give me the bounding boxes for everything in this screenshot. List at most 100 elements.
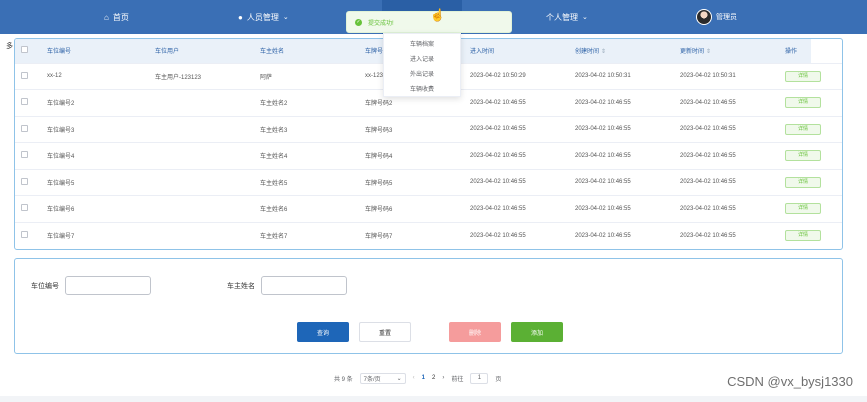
nav-item-home[interactable]: ⌂ 首页	[104, 0, 129, 34]
table-cell: 车主用户-123123	[155, 74, 202, 81]
add-button[interactable]: 添加	[511, 322, 563, 342]
table-cell: 车位编号3	[47, 127, 75, 134]
table-cell: 2023-04-02 10:46:55	[470, 99, 526, 106]
row-select-cell[interactable]	[15, 143, 41, 170]
row-checkbox[interactable]	[21, 98, 28, 106]
space-number-label: 车位编号	[31, 283, 59, 290]
column-header: 车位编号	[47, 49, 72, 56]
next-page-icon[interactable]: ›	[442, 375, 444, 381]
table-cell: 阿萨	[260, 74, 273, 81]
nav-item-people[interactable]: ● 人员管理 ⌄	[238, 0, 289, 34]
page-size-value: 7条/页	[363, 376, 381, 383]
sort-icon[interactable]: ⇕	[601, 49, 606, 55]
table-cell: 2023-04-02 10:50:31	[575, 73, 631, 80]
row-checkbox[interactable]	[21, 204, 28, 212]
table-cell: 2023-04-02 10:46:55	[680, 99, 736, 106]
table-cell	[149, 143, 254, 170]
goto-page-input[interactable]: 1	[470, 372, 489, 384]
dropdown-item[interactable]: 车辆收费	[384, 81, 460, 96]
nav-user[interactable]: 管理员	[696, 0, 737, 34]
space-number-input[interactable]	[65, 276, 151, 295]
table-cell: 车位编号5	[47, 180, 75, 187]
page-number[interactable]: 1	[422, 375, 425, 381]
chevron-down-icon: ⌄	[282, 14, 289, 21]
row-checkbox[interactable]	[21, 71, 28, 79]
nav-people-label: 人员管理	[246, 12, 279, 22]
owner-name-input[interactable]	[261, 276, 347, 295]
table-row: 车位编号4 车主姓名4 车牌号码4 2023-04-02 10:46:55 2023-0…	[15, 142, 842, 170]
column-header: 操作	[785, 49, 798, 56]
column-header-label: 创建时间	[575, 49, 600, 56]
select-all-checkbox[interactable]	[21, 46, 28, 54]
page-size-select[interactable]: 7条/页 ⌄	[359, 372, 406, 384]
table-cell: 车主姓名5	[260, 180, 288, 187]
page: ⌂ 首页 ● 人员管理 ⌄ 个人管理 ⌄ 管理员 ✓ 提交成功! ☝ 车辆档案 …	[0, 0, 867, 402]
bottom-divider	[0, 396, 867, 402]
row-checkbox[interactable]	[21, 124, 28, 132]
total-count: 共 9 条	[334, 376, 353, 383]
table-cell: 2023-04-02 10:46:55	[680, 179, 736, 186]
table-cell	[149, 90, 254, 117]
dropdown-item[interactable]: 车辆档案	[384, 36, 460, 51]
detail-button[interactable]: 详情	[785, 123, 821, 135]
toast-message: 提交成功!	[368, 20, 394, 27]
detail-button[interactable]: 详情	[785, 176, 821, 188]
select-all-cell[interactable]	[15, 39, 41, 63]
table-cell: 车位编号2	[47, 101, 75, 108]
delete-button[interactable]: 删除	[449, 322, 501, 342]
table-cell: 车主姓名3	[260, 127, 288, 134]
success-toast: ✓ 提交成功!	[346, 11, 512, 33]
table-cell: 车主姓名4	[260, 154, 288, 161]
user-name: 管理员	[716, 14, 737, 21]
detail-button[interactable]: 详情	[785, 203, 821, 215]
table-cell: 车主姓名2	[260, 101, 288, 108]
table-cell: 车牌号码6	[365, 207, 393, 214]
action-cell: 详情	[779, 169, 821, 196]
dropdown-item[interactable]: 进入记录	[384, 51, 460, 66]
table-cell: 2023-04-02 10:46:55	[575, 205, 631, 212]
reset-button[interactable]: 重置	[359, 322, 411, 342]
query-button[interactable]: 查询	[297, 322, 349, 342]
row-checkbox[interactable]	[21, 177, 28, 185]
hand-pointer-icon: ☝	[430, 8, 445, 22]
action-cell: 详情	[779, 143, 821, 170]
nav-personal-label: 个人管理	[546, 12, 578, 22]
column-header: 进入时间	[470, 49, 495, 56]
table-cell: 车主姓名6	[260, 207, 288, 214]
table-cell	[149, 222, 254, 249]
nav-item-personal[interactable]: 个人管理 ⌄	[546, 0, 588, 34]
prev-page-icon[interactable]: ‹	[413, 375, 415, 381]
side-glyph: 多	[6, 43, 13, 50]
row-select-cell[interactable]	[15, 90, 41, 117]
row-select-cell[interactable]	[15, 116, 41, 143]
table-cell	[149, 196, 254, 223]
table-cell: 车牌号码3	[365, 127, 393, 134]
table-cell: 2023-04-02 10:46:55	[680, 232, 736, 239]
row-select-cell[interactable]	[15, 196, 41, 223]
page-suffix: 页	[495, 376, 502, 383]
table-cell: xx-12	[47, 73, 62, 80]
detail-button[interactable]: 详情	[785, 97, 821, 109]
dropdown-item[interactable]: 外出记录	[384, 66, 460, 81]
page-number[interactable]: 2	[432, 375, 435, 381]
column-header-sortable[interactable]: 创建时间 ⇕	[569, 39, 674, 63]
column-header-sortable[interactable]: 更新时间 ⇕	[674, 39, 779, 63]
sort-icon[interactable]: ⇕	[706, 49, 711, 55]
row-checkbox[interactable]	[21, 231, 28, 238]
row-select-cell[interactable]	[15, 222, 41, 249]
table-cell: 车牌号码7	[365, 234, 393, 240]
table-cell: 车位编号6	[47, 207, 75, 214]
table-cell: 2023-04-02 10:46:55	[575, 232, 631, 239]
table-cell: 车牌号码5	[365, 180, 393, 187]
row-select-cell[interactable]	[15, 169, 41, 196]
row-checkbox[interactable]	[21, 151, 28, 159]
detail-button[interactable]: 详情	[785, 230, 821, 241]
row-select-cell[interactable]	[15, 63, 41, 90]
action-cell: 详情	[779, 63, 821, 90]
table-cell: 2023-04-02 10:46:55	[470, 126, 526, 133]
detail-button[interactable]: 详情	[785, 70, 821, 82]
detail-button[interactable]: 详情	[785, 150, 821, 162]
goto-label: 前往	[451, 376, 464, 383]
table-cell: 2023-04-02 10:46:55	[680, 126, 736, 133]
table-cell: 2023-04-02 10:46:55	[470, 205, 526, 212]
